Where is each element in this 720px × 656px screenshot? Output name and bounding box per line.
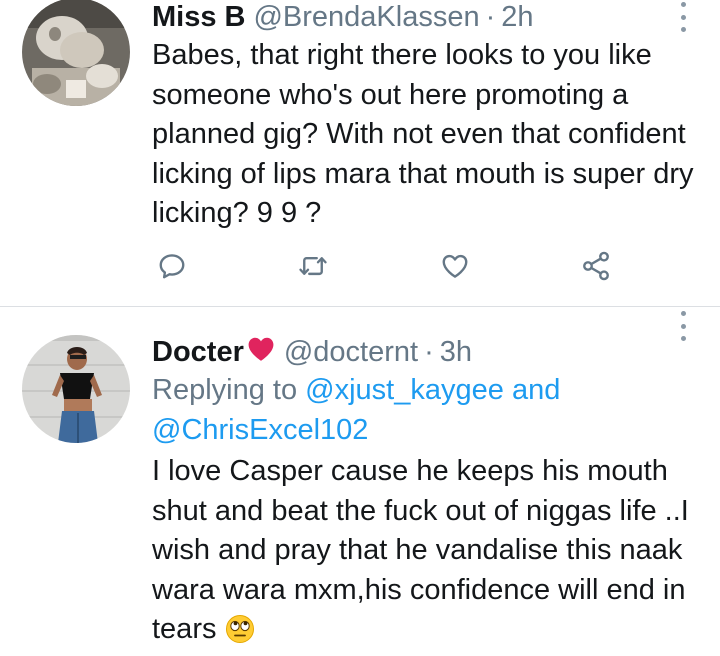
tweet-header: Docter @docternt · 3h xyxy=(152,335,710,369)
tweet-card[interactable]: Docter @docternt · 3h Replying to @xjust… xyxy=(0,307,720,648)
header-separator: · xyxy=(424,335,434,368)
user-handle[interactable]: @docternt xyxy=(284,336,418,369)
tweet-actions xyxy=(152,246,620,286)
tweet-text: I love Casper cause he keeps his mouth s… xyxy=(152,452,710,656)
reply-icon[interactable] xyxy=(152,246,192,286)
avatar-photo xyxy=(22,335,130,443)
more-options-icon[interactable] xyxy=(678,2,688,32)
replying-to: Replying to @xjust_kaygee and @ChrisExce… xyxy=(152,371,710,450)
timestamp[interactable]: 3h xyxy=(440,336,472,369)
red-heart-icon xyxy=(246,336,276,370)
avatar-photo xyxy=(22,0,130,106)
mention-link[interactable]: @xjust_kaygee xyxy=(305,374,504,406)
tweet-content: Docter @docternt · 3h Replying to @xjust… xyxy=(152,335,710,656)
timestamp[interactable]: 2h xyxy=(501,1,533,34)
more-options-icon[interactable] xyxy=(678,311,688,341)
retweet-icon[interactable] xyxy=(293,246,333,286)
share-icon[interactable] xyxy=(576,246,616,286)
mention-link[interactable]: @ChrisExcel102 xyxy=(152,414,368,446)
tweet-card[interactable]: Miss B @BrendaKlassen · 2h Babes, that r… xyxy=(0,0,720,306)
replying-and[interactable]: and xyxy=(512,374,560,406)
avatar[interactable] xyxy=(22,0,130,106)
eye-roll-emoji-icon xyxy=(225,614,255,656)
header-separator: · xyxy=(485,0,496,33)
display-name[interactable]: Miss B xyxy=(152,1,245,34)
like-icon[interactable] xyxy=(435,246,475,286)
display-name[interactable]: Docter xyxy=(152,336,244,369)
replying-prefix: Replying to xyxy=(152,374,298,406)
user-handle[interactable]: @BrendaKlassen xyxy=(253,1,479,34)
avatar[interactable] xyxy=(22,335,130,443)
tweet-text: Babes, that right there looks to you lik… xyxy=(152,39,694,229)
tweet-content: Miss B @BrendaKlassen · 2h Babes, that r… xyxy=(152,0,710,234)
tweet-header: Miss B @BrendaKlassen · 2h xyxy=(152,0,710,34)
